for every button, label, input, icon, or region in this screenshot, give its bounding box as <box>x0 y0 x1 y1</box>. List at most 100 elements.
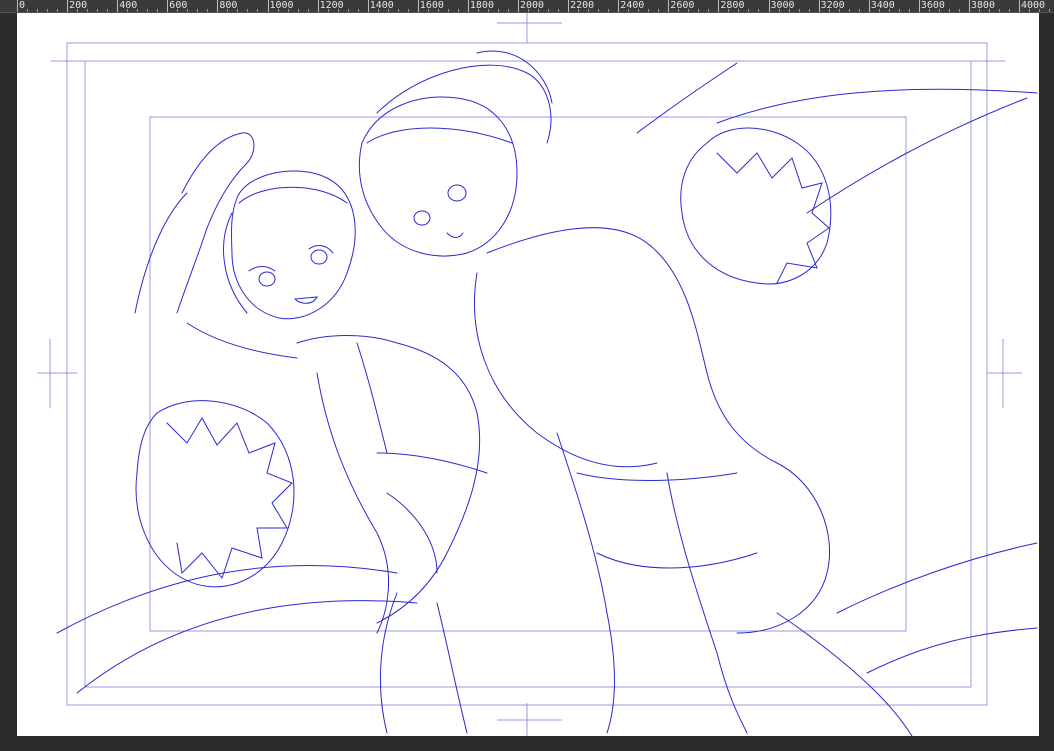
ruler-minor-tick <box>247 9 249 12</box>
ruler-minor-tick <box>507 9 509 12</box>
safe-area-guide <box>149 116 907 632</box>
ruler-label: 3200 <box>820 0 845 11</box>
ruler-minor-tick <box>277 9 279 12</box>
ruler-minor-tick <box>257 9 259 12</box>
ruler-label: 4000 <box>1021 0 1046 11</box>
ruler-minor-tick <box>407 9 409 12</box>
ruler-minor-tick <box>377 9 379 12</box>
workspace-bottom-margin <box>0 736 1054 751</box>
sketch-layer <box>37 13 1038 736</box>
ruler-minor-tick <box>157 9 159 12</box>
ruler-minor-tick <box>648 9 650 12</box>
ruler-minor-tick <box>147 9 149 12</box>
ruler-label: 2800 <box>720 0 745 11</box>
ruler-minor-tick <box>457 9 459 12</box>
ruler-minor-tick <box>738 9 740 12</box>
ruler-minor-tick <box>948 9 950 12</box>
ruler-label: 2400 <box>620 0 645 11</box>
ruler-minor-tick <box>908 9 910 12</box>
ruler-minor-tick <box>678 9 680 12</box>
ruler-minor-tick <box>227 9 229 12</box>
ruler-minor-tick <box>207 9 209 12</box>
ruler-minor-tick <box>878 9 880 12</box>
ruler-minor-tick <box>728 9 730 12</box>
ruler-minor-tick <box>608 9 610 12</box>
workspace-right-margin <box>1039 13 1054 736</box>
ruler-minor-tick <box>327 9 329 12</box>
ruler-minor-tick <box>938 9 940 12</box>
outer-frame-guide <box>66 42 988 706</box>
ruler-minor-tick <box>427 9 429 12</box>
ruler-minor-tick <box>57 9 59 12</box>
ruler-minor-tick <box>858 9 860 12</box>
ruler-minor-tick <box>528 9 530 12</box>
ruler-label: 3400 <box>870 0 895 11</box>
ruler-minor-tick <box>347 9 349 12</box>
ruler-minor-tick <box>1039 9 1041 12</box>
ruler-minor-tick <box>538 9 540 12</box>
ruler-label: 1600 <box>419 0 444 11</box>
ruler-minor-tick <box>898 9 900 12</box>
ruler-minor-tick <box>688 9 690 12</box>
ruler-minor-tick <box>928 9 930 12</box>
ruler-label: 1000 <box>269 0 294 11</box>
ruler-minor-tick <box>828 9 830 12</box>
ruler-label: 3000 <box>770 0 795 11</box>
ruler-label: 1400 <box>369 0 394 11</box>
ruler-minor-tick <box>107 9 109 12</box>
ruler-minor-tick <box>97 9 99 12</box>
workspace-left-margin <box>0 13 17 736</box>
ruler-label: 2600 <box>670 0 695 11</box>
ruler-minor-tick <box>307 9 309 12</box>
ruler-minor-tick <box>708 9 710 12</box>
ruler-minor-tick <box>978 9 980 12</box>
ruler-minor-tick <box>477 9 479 12</box>
frame-guides <box>37 13 1022 736</box>
ruler-minor-tick <box>1008 9 1010 12</box>
ruler-minor-tick <box>958 9 960 12</box>
ruler-minor-tick <box>487 9 489 12</box>
ruler-minor-tick <box>357 9 359 12</box>
ruler-minor-tick <box>848 9 850 12</box>
ruler-minor-tick <box>497 9 499 12</box>
horizontal-ruler[interactable]: 0 200 400 600 800 1000 1200 1400 1600 1800 2000 220… <box>0 0 1054 13</box>
ruler-minor-tick <box>287 9 289 12</box>
ruler-minor-tick <box>558 9 560 12</box>
ruler-minor-tick <box>638 9 640 12</box>
ruler-label: 1200 <box>319 0 344 11</box>
ruler-minor-tick <box>748 9 750 12</box>
character-sketch <box>56 50 1038 736</box>
drawing-canvas[interactable] <box>17 13 1039 736</box>
ruler-minor-tick <box>838 9 840 12</box>
ruler-label: 2200 <box>570 0 595 11</box>
ruler-minor-tick <box>888 9 890 12</box>
ruler-minor-tick <box>698 9 700 12</box>
ruler-minor-tick <box>548 9 550 12</box>
ruler-minor-tick <box>187 9 189 12</box>
ruler-minor-tick <box>27 9 29 12</box>
ruler-minor-tick <box>658 9 660 12</box>
ruler-label: 3600 <box>920 0 945 11</box>
ruler-minor-tick <box>77 9 79 12</box>
ruler-label: 2000 <box>520 0 545 11</box>
ruler-minor-tick <box>998 9 1000 12</box>
bleed-frame-guide <box>84 60 972 688</box>
ruler-minor-tick <box>588 9 590 12</box>
ruler-minor-tick <box>628 9 630 12</box>
ruler-minor-tick <box>578 9 580 12</box>
ruler-minor-tick <box>177 9 179 12</box>
ruler-minor-tick <box>37 9 39 12</box>
ruler-minor-tick <box>1029 9 1031 12</box>
ruler-minor-tick <box>798 9 800 12</box>
ruler-label: 0 <box>19 0 26 11</box>
ruler-minor-tick <box>237 9 239 12</box>
ruler-minor-tick <box>137 9 139 12</box>
ruler-minor-tick <box>437 9 439 12</box>
ruler-minor-tick <box>337 9 339 12</box>
ruler-label: 3800 <box>970 0 995 11</box>
ruler-minor-tick <box>387 9 389 12</box>
ruler-minor-tick <box>297 9 299 12</box>
ruler-minor-tick <box>1049 9 1051 12</box>
ruler-minor-tick <box>598 9 600 12</box>
ruler-minor-tick <box>808 9 810 12</box>
